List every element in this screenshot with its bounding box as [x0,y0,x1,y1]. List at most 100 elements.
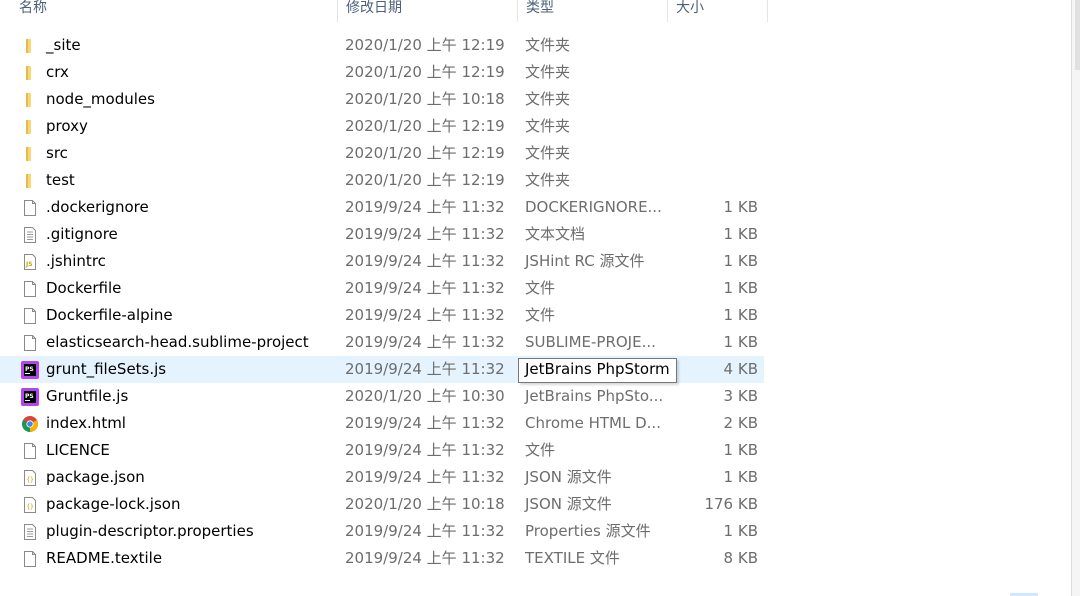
file-type: JetBrains PhpStorm [518,358,677,383]
json-file-icon: {} [21,496,39,514]
file-row[interactable]: elasticsearch-head.sublime-project 2019/9… [0,329,764,356]
js-file-icon: JS [21,253,39,271]
file-date: 2019/9/24 上午 11:32 [345,333,505,351]
file-type: JetBrains PhpSto... [525,387,664,405]
scrollbar-thumb[interactable] [1075,0,1080,70]
file-row[interactable]: {} package-lock.json 2020/1/20 上午 10:18 JSO… [0,491,764,518]
json-file-icon: {} [21,469,39,487]
file-name: README.textile [46,549,163,567]
file-name: index.html [46,414,126,432]
file-row[interactable]: node_modules 2020/1/20 上午 10:18 文件夹 [0,86,764,113]
file-type: Chrome HTML D... [525,414,661,432]
folder-icon [21,37,39,55]
file-date: 2020/1/20 上午 12:19 [345,63,505,81]
file-row[interactable]: src 2020/1/20 上午 12:19 文件夹 [0,140,764,167]
file-type: 文本文档 [525,225,586,243]
file-type: DOCKERIGNORE... [525,198,662,216]
file-type: SUBLIME-PROJE... [525,333,656,351]
file-type: 文件夹 [525,117,571,135]
svg-text:PS: PS [25,366,34,373]
file-row[interactable]: test 2020/1/20 上午 12:19 文件夹 [0,167,764,194]
file-date: 2019/9/24 上午 11:32 [345,522,505,540]
file-size: 1 KB [723,522,758,540]
file-type: 文件 [525,279,556,297]
file-date: 2019/9/24 上午 11:32 [345,549,505,567]
file-name: node_modules [46,90,155,108]
file-explorer: 名称 修改日期 类型 大小 _site 2020/1/20 上午 12:19 文件夹… [0,0,1080,596]
file-date: 2019/9/24 上午 11:32 [345,225,505,243]
file-name: .dockerignore [46,198,149,216]
file-name: Gruntfile.js [46,387,129,405]
file-row[interactable]: README.textile 2019/9/24 上午 11:32 TEXTILE … [0,545,764,572]
file-row[interactable]: Dockerfile-alpine 2019/9/24 上午 11:32 文件 1 K… [0,302,764,329]
text-file-icon [21,523,39,541]
file-icon [21,307,39,325]
file-size: 1 KB [723,441,758,459]
file-row[interactable]: _site 2020/1/20 上午 12:19 文件夹 [0,32,764,59]
file-type: JSHint RC 源文件 [525,252,645,270]
file-date: 2019/9/24 上午 11:32 [345,468,505,486]
file-row[interactable]: crx 2020/1/20 上午 12:19 文件夹 [0,59,764,86]
folder-icon [21,64,39,82]
file-name: proxy [46,117,88,135]
file-date: 2020/1/20 上午 12:19 [345,171,505,189]
file-type: 文件夹 [525,36,571,54]
file-type: Properties 源文件 [525,522,651,540]
file-row[interactable]: .dockerignore 2019/9/24 上午 11:32 DOCKERIGN… [0,194,764,221]
file-row[interactable]: proxy 2020/1/20 上午 12:19 文件夹 [0,113,764,140]
file-date: 2020/1/20 上午 10:18 [345,90,505,108]
file-date: 2019/9/24 上午 11:32 [345,252,505,270]
file-row[interactable]: plugin-descriptor.properties 2019/9/24 上午… [0,518,764,545]
folder-icon [21,91,39,109]
file-size: 4 KB [723,360,758,378]
file-type: JSON 源文件 [525,468,612,486]
svg-text:JS: JS [25,261,33,268]
file-size: 2 KB [723,414,758,432]
column-header-date[interactable]: 修改日期 [338,0,518,22]
file-size: 1 KB [723,279,758,297]
file-icon [21,550,39,568]
file-name: src [46,144,68,162]
file-name: package.json [46,468,145,486]
file-date: 2020/1/20 上午 10:18 [345,495,505,513]
column-header-name[interactable]: 名称 [11,0,338,22]
file-name: test [46,171,75,189]
file-row[interactable]: LICENCE 2019/9/24 上午 11:32 文件 1 KB [0,437,764,464]
file-row[interactable]: .gitignore 2019/9/24 上午 11:32 文本文档 1 KB [0,221,764,248]
column-header-size[interactable]: 大小 [668,0,768,22]
file-size: 176 KB [704,495,758,513]
file-date: 2019/9/24 上午 11:32 [345,306,505,324]
folder-icon [21,118,39,136]
file-size: 1 KB [723,225,758,243]
svg-text:{}: {} [27,477,34,484]
file-row[interactable]: {} package.json 2019/9/24 上午 11:32 JSON 源文件… [0,464,764,491]
file-row[interactable]: PS grunt_fileSets.js 2019/9/24 上午 11:32 Jet… [0,356,764,383]
column-header: 名称 修改日期 类型 大小 [0,0,768,22]
file-name: grunt_fileSets.js [46,360,167,378]
file-date: 2019/9/24 上午 11:32 [345,414,505,432]
svg-text:{}: {} [27,504,34,511]
file-name: package-lock.json [46,495,181,513]
file-type: 文件夹 [525,90,571,108]
file-icon [21,280,39,298]
file-name: .jshintrc [46,252,106,270]
file-size: 1 KB [723,468,758,486]
file-icon [21,334,39,352]
file-size: 3 KB [723,387,758,405]
text-file-icon [21,226,39,244]
file-type: 文件 [525,306,556,324]
file-name: Dockerfile-alpine [46,306,173,324]
column-header-type[interactable]: 类型 [518,0,668,22]
file-type: 文件 [525,441,556,459]
file-row[interactable]: Dockerfile 2019/9/24 上午 11:32 文件 1 KB [0,275,764,302]
file-name: crx [46,63,69,81]
file-type: JSON 源文件 [525,495,612,513]
file-type: 文件夹 [525,144,571,162]
file-row[interactable]: PS Gruntfile.js 2020/1/20 上午 10:30 JetBrain… [0,383,764,410]
file-date: 2019/9/24 上午 11:32 [345,279,505,297]
file-name: LICENCE [46,441,110,459]
file-type: TEXTILE 文件 [525,549,620,567]
file-row[interactable]: index.html 2019/9/24 上午 11:32 Chrome HTML … [0,410,764,437]
file-row[interactable]: JS .jshintrc 2019/9/24 上午 11:32 JSHint RC 源… [0,248,764,275]
file-size: 1 KB [723,306,758,324]
